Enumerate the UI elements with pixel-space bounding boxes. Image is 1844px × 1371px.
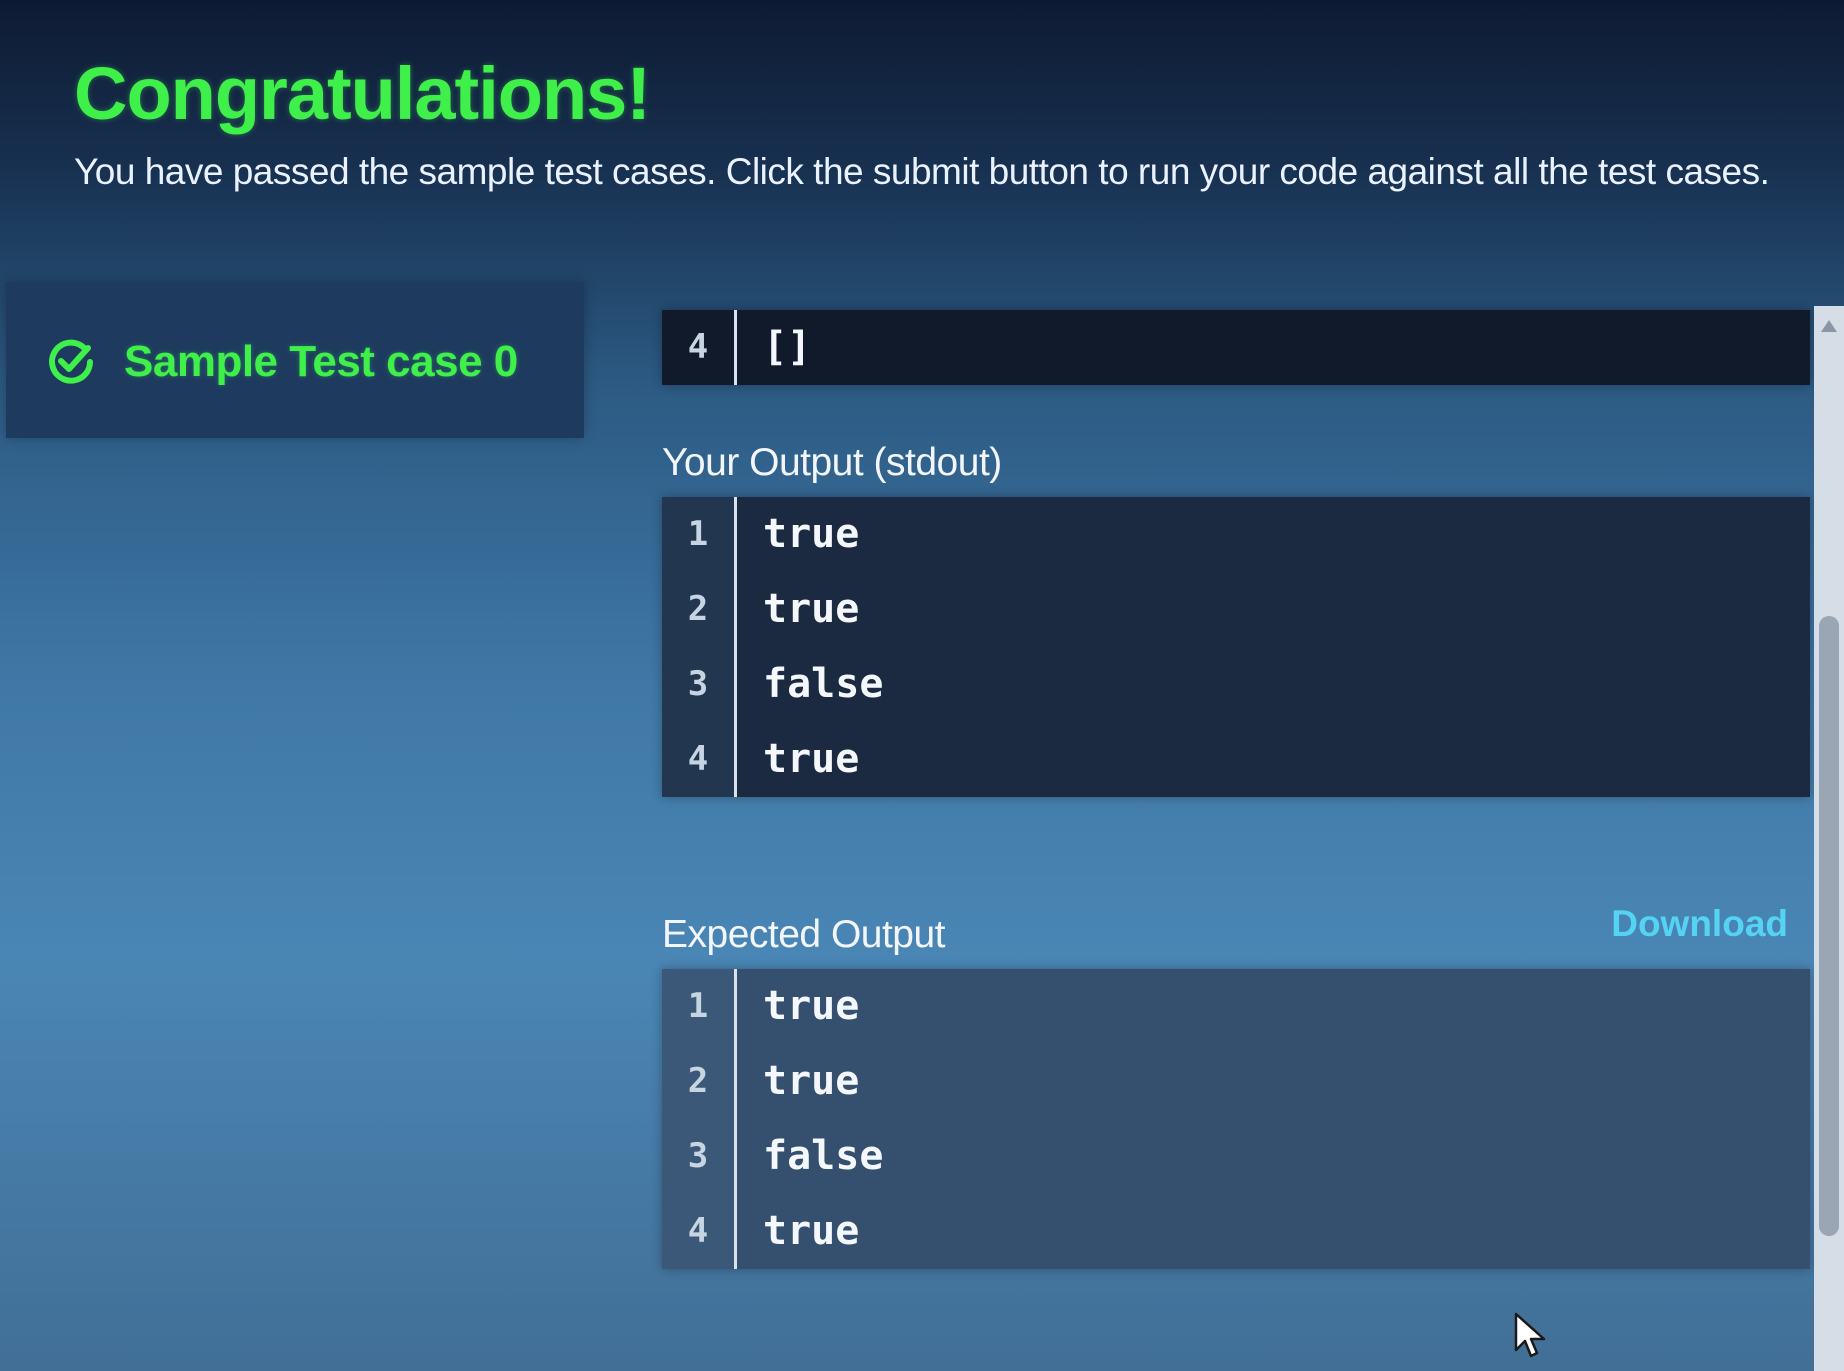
line-number: 3 <box>687 1136 709 1176</box>
code-lines: [] <box>737 310 1810 385</box>
scroll-up-icon[interactable] <box>1821 320 1837 332</box>
line-number: 4 <box>687 739 709 779</box>
expected-output-header: Expected Output Download <box>662 897 1810 957</box>
test-case-sidebar: Sample Test case 0 <box>6 282 584 438</box>
line-number: 1 <box>687 986 709 1026</box>
download-link[interactable]: Download <box>1611 903 1788 957</box>
code-line: false <box>763 661 884 707</box>
line-number: 2 <box>687 1061 709 1101</box>
line-number-gutter: 4 <box>662 310 737 385</box>
result-message: You have passed the sample test cases. C… <box>74 151 1770 192</box>
code-lines: true true false true <box>737 969 1810 1269</box>
line-number-gutter: 1 2 3 4 <box>662 497 737 797</box>
code-line: true <box>763 983 860 1029</box>
mouse-pointer-icon <box>1514 1312 1548 1360</box>
code-lines: true true false true <box>737 497 1810 797</box>
line-number: 4 <box>687 1211 709 1251</box>
line-number-gutter: 1 2 3 4 <box>662 969 737 1269</box>
code-line: true <box>763 1058 860 1104</box>
code-line: [] <box>763 324 812 370</box>
your-output-title: Your Output (stdout) <box>662 441 1002 484</box>
your-output-code-block: 1 2 3 4 true true false true <box>662 497 1810 797</box>
test-case-details: 4 [] Your Output (stdout) 1 2 3 4 true t… <box>662 310 1810 1269</box>
code-line: true <box>763 736 860 782</box>
result-header: Congratulations! You have passed the sam… <box>74 52 1814 194</box>
code-line: true <box>763 1208 860 1254</box>
input-code-block: 4 [] <box>662 310 1810 385</box>
vertical-scrollbar[interactable] <box>1814 306 1844 1371</box>
line-number: 1 <box>687 514 709 554</box>
code-line: false <box>763 1133 884 1179</box>
line-number: 2 <box>687 589 709 629</box>
expected-output-title: Expected Output <box>662 913 946 956</box>
line-number: 4 <box>687 327 709 367</box>
check-circle-icon <box>46 337 96 387</box>
test-case-label: Sample Test case 0 <box>124 337 518 386</box>
scrollbar-thumb[interactable] <box>1819 616 1839 1236</box>
your-output-header: Your Output (stdout) <box>662 425 1810 485</box>
code-line: true <box>763 586 860 632</box>
expected-output-code-block: 1 2 3 4 true true false true <box>662 969 1810 1269</box>
test-case-tab-0[interactable]: Sample Test case 0 <box>46 327 518 397</box>
line-number: 3 <box>687 664 709 704</box>
code-line: true <box>763 511 860 557</box>
page-title: Congratulations! <box>74 52 651 135</box>
